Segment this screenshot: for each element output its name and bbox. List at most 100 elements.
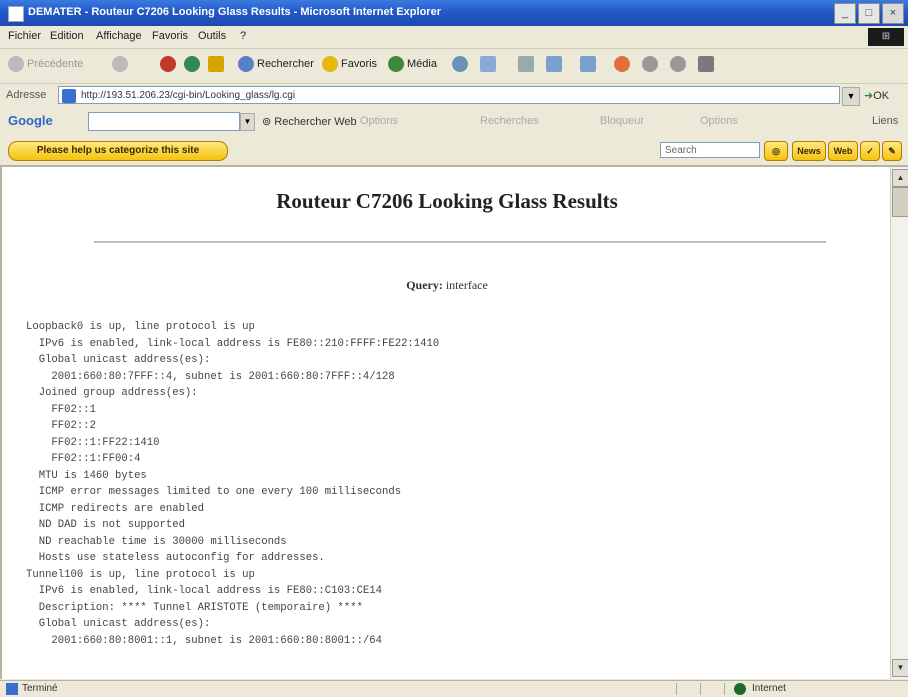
go-button[interactable]: ➜OK bbox=[864, 89, 889, 102]
address-input[interactable]: http://193.51.206.23/cgi-bin/Looking_gla… bbox=[58, 86, 840, 104]
discuss-icon bbox=[580, 56, 596, 72]
scroll-down-arrow-icon[interactable]: ▼ bbox=[892, 659, 908, 677]
favorites-label: Favoris bbox=[341, 57, 378, 70]
news-button[interactable]: News bbox=[792, 141, 826, 161]
highlight-icon[interactable]: ✎ bbox=[882, 141, 902, 161]
menu-help[interactable]: ? bbox=[240, 30, 246, 42]
standard-toolbar: Précédente Rechercher Favoris Média bbox=[0, 49, 908, 84]
vertical-scrollbar[interactable]: ▲ ▼ bbox=[890, 167, 908, 679]
back-arrow-icon bbox=[8, 56, 24, 72]
forward-button[interactable] bbox=[112, 56, 131, 72]
categorize-site-button[interactable]: Please help us categorize this site bbox=[8, 141, 228, 161]
back-button[interactable]: Précédente bbox=[8, 56, 83, 72]
refresh-button[interactable] bbox=[184, 56, 203, 72]
google-logo[interactable]: Google bbox=[8, 113, 53, 128]
web-button[interactable]: Web bbox=[828, 141, 858, 161]
window-controls: _ □ × bbox=[834, 3, 904, 24]
status-divider bbox=[676, 683, 679, 695]
page-icon bbox=[62, 89, 76, 103]
scroll-thumb[interactable] bbox=[892, 187, 908, 217]
media-button[interactable]: Média bbox=[388, 56, 437, 72]
menu-bar: Fichier Edition Affichage Favoris Outils… bbox=[0, 26, 908, 49]
links-label[interactable]: Liens bbox=[872, 115, 898, 127]
home-button[interactable] bbox=[208, 56, 227, 72]
google-search-input[interactable] bbox=[88, 112, 240, 131]
maximize-button[interactable]: □ bbox=[858, 3, 880, 24]
status-divider bbox=[724, 683, 727, 695]
search-label: Rechercher bbox=[257, 57, 314, 70]
google-search-web-button[interactable]: ⊚ Rechercher Web bbox=[262, 115, 357, 128]
query-label: Query: bbox=[406, 278, 443, 292]
ie-icon bbox=[8, 6, 24, 22]
address-bar: Adresse http://193.51.206.23/cgi-bin/Loo… bbox=[0, 84, 908, 108]
print-button[interactable] bbox=[518, 56, 537, 72]
page-content: Routeur C7206 Looking Glass Results Quer… bbox=[0, 167, 890, 679]
tools-icon bbox=[670, 56, 686, 72]
status-divider bbox=[700, 683, 703, 695]
internet-zone-icon bbox=[734, 683, 746, 695]
scroll-up-arrow-icon[interactable]: ▲ bbox=[892, 169, 908, 187]
page-done-icon bbox=[6, 683, 18, 695]
history-icon bbox=[452, 56, 468, 72]
google-option-4[interactable]: Options bbox=[700, 115, 738, 127]
print-icon bbox=[518, 56, 534, 72]
check-icon[interactable]: ✓ bbox=[860, 141, 880, 161]
search-web-label: Rechercher Web bbox=[274, 116, 357, 128]
forward-arrow-icon bbox=[112, 56, 128, 72]
fullscreen-icon bbox=[698, 56, 714, 72]
edit-button[interactable] bbox=[546, 56, 565, 72]
menu-edition[interactable]: Edition bbox=[50, 30, 84, 42]
media-label: Média bbox=[407, 57, 437, 70]
status-bar: Terminé Internet bbox=[0, 680, 908, 697]
media-icon bbox=[388, 56, 404, 72]
go-label: OK bbox=[873, 90, 890, 102]
binoculars-icon: ⊚ bbox=[262, 116, 272, 128]
title-bar: DEMATER - Routeur C7206 Looking Glass Re… bbox=[0, 0, 908, 26]
google-option-3[interactable]: Bloqueur bbox=[600, 115, 644, 127]
menu-outils[interactable]: Outils bbox=[198, 30, 226, 42]
address-label: Adresse bbox=[6, 89, 47, 101]
google-option-2[interactable]: Recherches bbox=[480, 115, 539, 127]
window-title: DEMATER - Routeur C7206 Looking Glass Re… bbox=[28, 6, 441, 18]
close-button[interactable]: × bbox=[882, 3, 904, 24]
status-text: Terminé bbox=[22, 683, 58, 694]
menu-affichage[interactable]: Affichage bbox=[96, 30, 142, 42]
search-icon bbox=[238, 56, 254, 72]
helper-toolbar: Please help us categorize this site Sear… bbox=[0, 135, 908, 167]
menu-favoris[interactable]: Favoris bbox=[152, 30, 188, 42]
google-option-1[interactable]: Options bbox=[360, 115, 398, 127]
star-icon bbox=[322, 56, 338, 72]
minimize-button[interactable]: _ bbox=[834, 3, 856, 24]
search-button[interactable]: Rechercher bbox=[238, 56, 314, 72]
menu-fichier[interactable]: Fichier bbox=[8, 30, 41, 42]
research-icon bbox=[642, 56, 658, 72]
helper-search-input[interactable]: Search bbox=[660, 142, 760, 158]
tools-button[interactable] bbox=[670, 56, 689, 72]
google-toolbar: Google ▼ ⊚ Rechercher Web Options Recher… bbox=[0, 108, 908, 134]
horizontal-rule bbox=[94, 241, 826, 243]
go-arrow-icon: ➜ bbox=[864, 90, 874, 102]
query-line: Query: interface bbox=[2, 278, 890, 293]
page-title: Routeur C7206 Looking Glass Results bbox=[276, 189, 618, 213]
zone-text: Internet bbox=[752, 683, 786, 694]
helper-go-button[interactable]: ◎ bbox=[764, 141, 788, 161]
mail-icon bbox=[480, 56, 496, 72]
command-output: Loopback0 is up, line protocol is up IPv… bbox=[26, 321, 440, 647]
query-value: interface bbox=[445, 278, 488, 292]
address-url: http://193.51.206.23/cgi-bin/Looking_gla… bbox=[81, 90, 296, 101]
messenger-button[interactable] bbox=[614, 56, 633, 72]
fullscreen-button[interactable] bbox=[698, 56, 717, 72]
research-button[interactable] bbox=[642, 56, 661, 72]
edit-icon bbox=[546, 56, 562, 72]
home-icon bbox=[208, 56, 224, 72]
mail-button[interactable] bbox=[480, 56, 499, 72]
stop-button[interactable] bbox=[160, 56, 179, 72]
favorites-button[interactable]: Favoris bbox=[322, 56, 377, 72]
discuss-button[interactable] bbox=[580, 56, 599, 72]
stop-icon bbox=[160, 56, 176, 72]
address-dropdown-button[interactable]: ▼ bbox=[842, 87, 860, 106]
google-search-dropdown[interactable]: ▼ bbox=[240, 113, 255, 131]
history-button[interactable] bbox=[452, 56, 471, 72]
refresh-icon bbox=[184, 56, 200, 72]
back-label: Précédente bbox=[27, 57, 84, 70]
